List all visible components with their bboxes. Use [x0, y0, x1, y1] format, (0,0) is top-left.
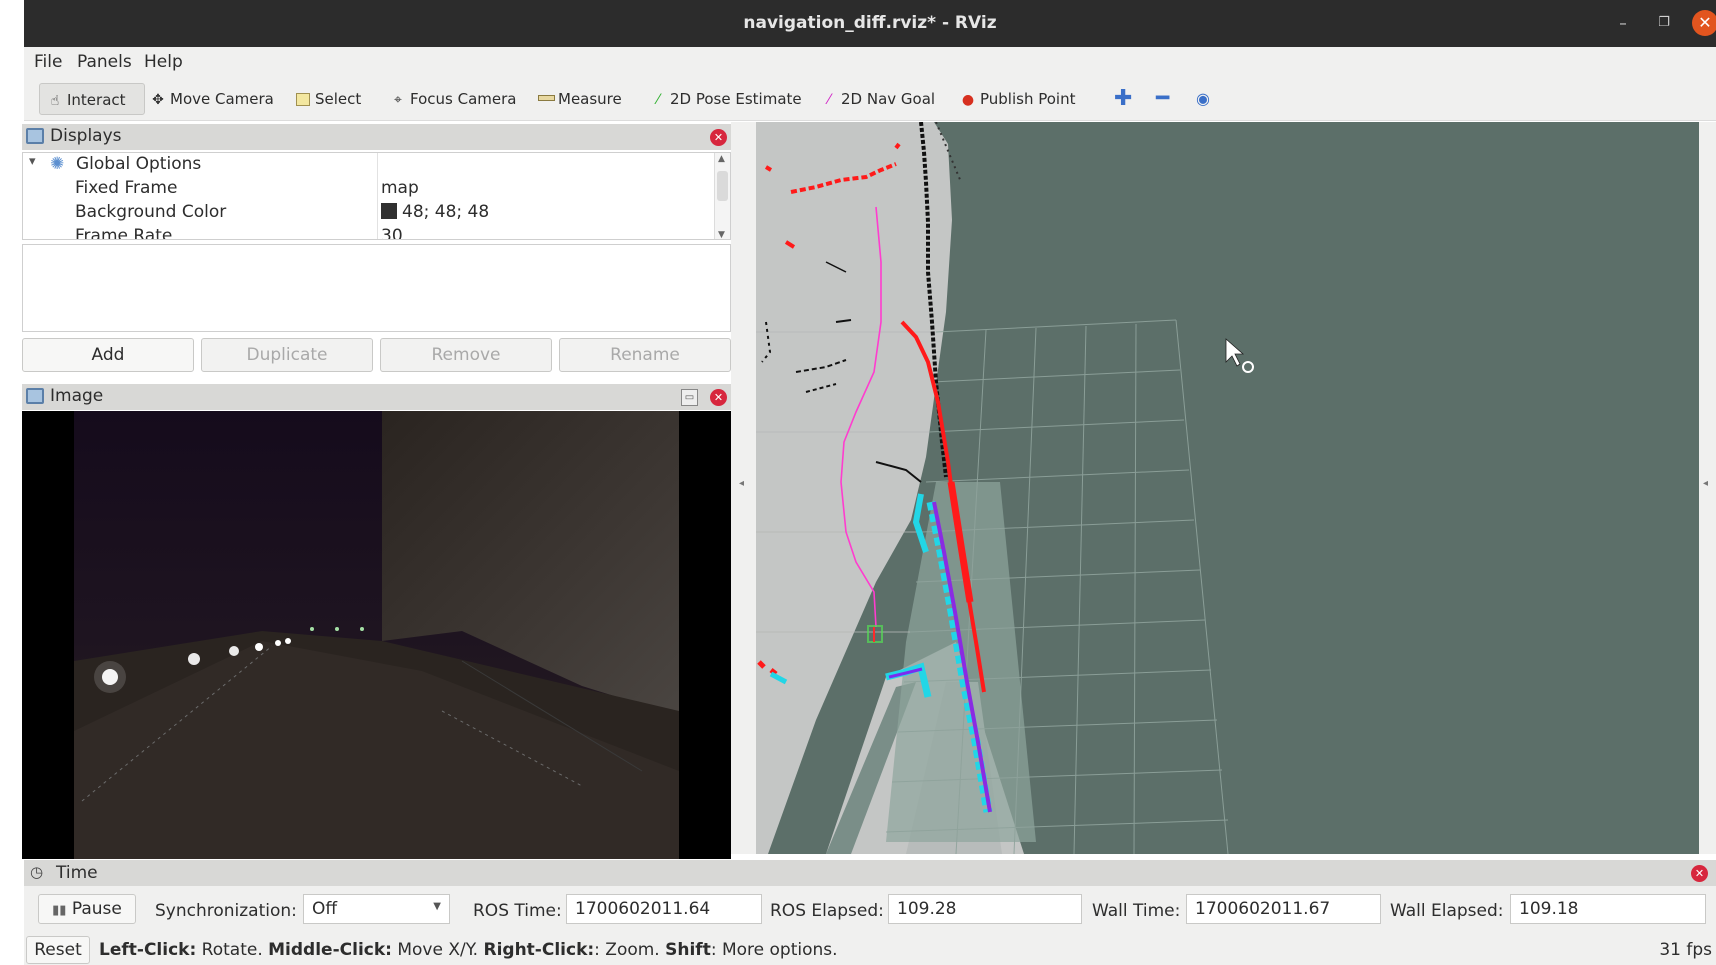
property-value[interactable]: 30: [381, 226, 403, 239]
add-button[interactable]: Add: [22, 338, 194, 372]
property-value[interactable]: 48; 48; 48: [381, 202, 489, 222]
status-hint: Left-Click: Rotate. Middle-Click: Move X…: [99, 940, 838, 960]
map-render: [756, 122, 1254, 854]
wall-time-label: Wall Time:: [1092, 901, 1181, 921]
collapse-right-icon[interactable]: ◂: [1703, 478, 1708, 489]
panel-splitter[interactable]: ◂: [731, 122, 756, 854]
clock-icon: ◷: [30, 863, 44, 881]
wall-elapsed-field[interactable]: 109.18: [1510, 894, 1706, 924]
add-tool-icon[interactable]: ✚: [1114, 83, 1132, 115]
chevron-down-icon: ▼: [433, 901, 441, 912]
image-panel-icon: [26, 388, 44, 404]
collapse-left-icon[interactable]: ◂: [739, 478, 744, 489]
map-pin-icon: ●: [961, 92, 975, 108]
global-options-label: Global Options: [76, 154, 202, 174]
tool-2d-pose-estimate[interactable]: ⁄ 2D Pose Estimate: [649, 83, 802, 115]
property-key: Fixed Frame: [75, 178, 178, 198]
tool-interact[interactable]: ☝ Interact: [39, 83, 145, 115]
hand-pointer-icon: ☝: [50, 93, 60, 109]
menu-file[interactable]: File: [34, 52, 62, 72]
monitor-icon: [26, 128, 44, 144]
displays-tree[interactable]: ▾ ✺ Global Options Fixed Frame map Backg…: [22, 152, 731, 240]
crosshair-icon: ⌖: [394, 92, 402, 108]
fps-counter: 31 fps: [1659, 940, 1712, 960]
close-icon[interactable]: ✕: [1691, 865, 1708, 882]
camera-image-view: [22, 411, 731, 859]
minimize-icon[interactable]: –: [1610, 10, 1636, 36]
select-box-icon: [294, 84, 312, 116]
wall-elapsed-label: Wall Elapsed:: [1390, 901, 1504, 921]
close-icon[interactable]: ✕: [1692, 10, 1716, 36]
pause-button[interactable]: ▮▮ Pause: [38, 894, 136, 924]
color-swatch: [381, 203, 397, 219]
tool-focus-camera[interactable]: ⌖ Focus Camera: [389, 83, 516, 115]
property-row[interactable]: Fixed Frame map: [23, 178, 713, 202]
remove-button[interactable]: Remove: [380, 338, 552, 372]
image-panel-header: Image ▭ ✕: [22, 384, 731, 410]
global-options-row[interactable]: ▾ ✺ Global Options: [23, 154, 713, 178]
scrollbar-thumb[interactable]: [717, 171, 728, 201]
3d-render-view[interactable]: [756, 122, 1699, 854]
displays-panel-header: Displays ✕: [22, 124, 731, 150]
window-title: navigation_diff.rviz* - RViz: [743, 13, 997, 33]
gear-icon: ✺: [50, 154, 65, 174]
pause-icon: ▮▮: [52, 903, 67, 918]
eye-icon[interactable]: ◉: [1196, 83, 1210, 115]
displays-title: Displays: [50, 126, 122, 146]
display-description-area: [22, 244, 731, 332]
property-row[interactable]: Frame Rate 30: [23, 226, 713, 240]
tool-select[interactable]: Select: [294, 83, 361, 115]
toolbar: ☝ Interact ✥ Move Camera Select ⌖ Focus Cam…: [24, 77, 1716, 121]
menu-help[interactable]: Help: [144, 52, 183, 72]
close-icon[interactable]: ✕: [710, 129, 727, 146]
sync-label: Synchronization:: [155, 901, 297, 921]
green-arrow-icon: ⁄: [656, 92, 660, 108]
magenta-arrow-icon: ⁄: [827, 92, 831, 108]
wall-time-field[interactable]: 1700602011.67: [1186, 894, 1381, 924]
time-panel-header: ◷ Time ✕: [24, 860, 1716, 886]
property-value[interactable]: map: [381, 178, 419, 198]
close-icon[interactable]: ✕: [710, 389, 727, 406]
ros-elapsed-label: ROS Elapsed:: [770, 901, 884, 921]
remove-tool-icon[interactable]: ━: [1156, 83, 1169, 115]
right-splitter[interactable]: ◂: [1699, 122, 1716, 854]
camera-frame: [22, 411, 731, 859]
menu-bar: File Panels Help: [24, 47, 1716, 77]
chevron-up-icon[interactable]: ▲: [718, 154, 725, 164]
window-titlebar: navigation_diff.rviz* - RViz – ❐ ✕: [24, 0, 1716, 47]
menu-panels[interactable]: Panels: [77, 52, 132, 72]
property-row[interactable]: Background Color 48; 48; 48: [23, 202, 713, 226]
property-key: Background Color: [75, 202, 227, 222]
ruler-icon: [537, 84, 555, 116]
time-panel-controls: ▮▮ Pause Synchronization: Off ▼ ROS Time…: [24, 886, 1716, 933]
tool-2d-nav-goal[interactable]: ⁄ 2D Nav Goal: [820, 83, 935, 115]
chevron-down-icon[interactable]: ▼: [718, 230, 725, 239]
property-key: Frame Rate: [75, 226, 173, 240]
status-bar: Reset Left-Click: Rotate. Middle-Click: …: [24, 933, 1716, 965]
tool-publish-point[interactable]: ● Publish Point: [959, 83, 1076, 115]
tool-measure[interactable]: Measure: [537, 83, 622, 115]
image-panel-title: Image: [50, 386, 104, 406]
maximize-icon[interactable]: ❐: [1651, 10, 1677, 36]
ros-time-label: ROS Time:: [473, 901, 562, 921]
ros-time-field[interactable]: 1700602011.64: [566, 894, 762, 924]
time-panel-title: Time: [56, 863, 98, 883]
sync-select[interactable]: Off ▼: [303, 894, 450, 924]
tool-move-camera[interactable]: ✥ Move Camera: [149, 83, 274, 115]
chevron-down-icon[interactable]: ▾: [29, 154, 36, 169]
duplicate-button[interactable]: Duplicate: [201, 338, 373, 372]
reset-button[interactable]: Reset: [26, 936, 90, 964]
tree-scrollbar[interactable]: ▲ ▼: [714, 153, 730, 239]
ros-elapsed-field[interactable]: 109.28: [888, 894, 1082, 924]
move-arrows-icon: ✥: [152, 92, 164, 108]
rename-button[interactable]: Rename: [559, 338, 731, 372]
undock-icon[interactable]: ▭: [681, 389, 698, 406]
